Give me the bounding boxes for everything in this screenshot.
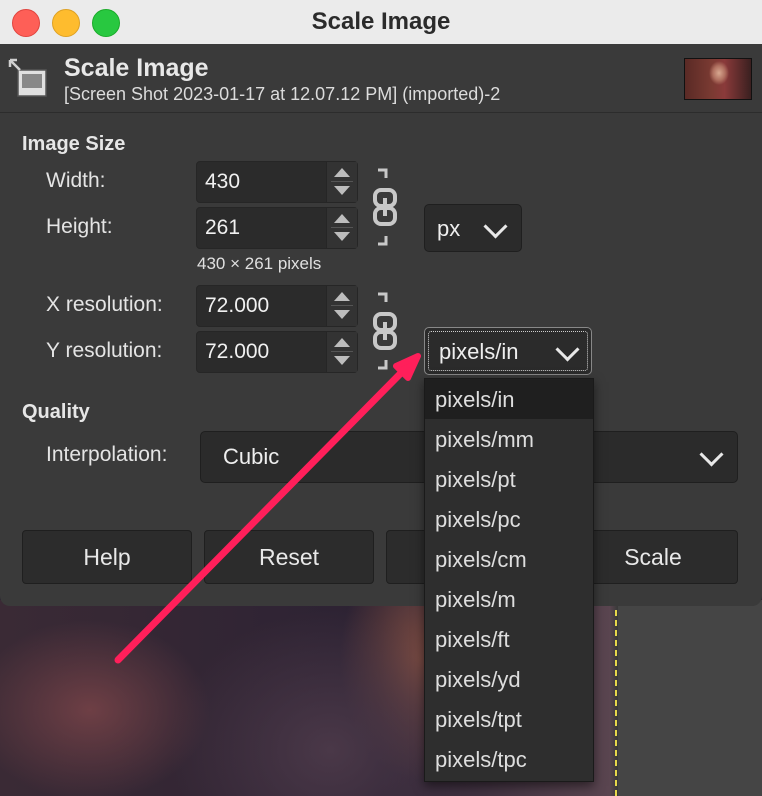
resolution-unit-menu: pixels/in pixels/mm pixels/pt pixels/pc …	[424, 378, 594, 782]
height-stepper[interactable]	[326, 208, 357, 248]
menu-item-pixels-tpt[interactable]: pixels/tpt	[425, 699, 593, 739]
canvas-boundary-dashed-line	[615, 600, 617, 796]
height-value[interactable]: 261	[205, 216, 240, 240]
increment-icon[interactable]	[334, 338, 350, 347]
decrement-icon[interactable]	[334, 232, 350, 241]
reset-button[interactable]: Reset	[204, 530, 374, 584]
interpolation-value: Cubic	[223, 444, 280, 469]
chevron-down-icon	[699, 442, 724, 467]
width-value[interactable]: 430	[205, 170, 240, 194]
menu-item-pixels-ft[interactable]: pixels/ft	[425, 619, 593, 659]
increment-icon[interactable]	[334, 292, 350, 301]
pixel-size-note: 430 × 261 pixels	[197, 254, 322, 273]
image-name-subtitle: [Screen Shot 2023-01-17 at 12.07.12 PM] …	[64, 84, 501, 104]
x-resolution-label: X resolution:	[46, 293, 163, 316]
menu-item-pixels-cm[interactable]: pixels/cm	[425, 539, 593, 579]
image-size-section-label: Image Size	[22, 133, 126, 155]
y-resolution-spinner[interactable]: 72.000	[196, 331, 358, 373]
height-spinner[interactable]: 261	[196, 207, 358, 249]
canvas-padding	[618, 600, 762, 796]
x-resolution-value[interactable]: 72.000	[205, 294, 269, 318]
y-resolution-label: Y resolution:	[46, 339, 163, 362]
menu-item-pixels-yd[interactable]: pixels/yd	[425, 659, 593, 699]
decrement-icon[interactable]	[334, 186, 350, 195]
increment-icon[interactable]	[334, 168, 350, 177]
resolution-unit-value: pixels/in	[439, 339, 519, 364]
width-label: Width:	[46, 169, 106, 192]
menu-item-pixels-m[interactable]: pixels/m	[425, 579, 593, 619]
resolution-unit-select[interactable]: pixels/in	[424, 327, 592, 375]
width-stepper[interactable]	[326, 162, 357, 202]
chevron-down-icon	[483, 214, 508, 239]
menu-item-pixels-pc[interactable]: pixels/pc	[425, 499, 593, 539]
menu-item-pixels-tpc[interactable]: pixels/tpc	[425, 739, 593, 779]
y-resolution-stepper[interactable]	[326, 332, 357, 372]
image-thumbnail	[684, 58, 752, 100]
chain-link-icon[interactable]	[370, 290, 400, 372]
dialog-header: Scale Image [Screen Shot 2023-01-17 at 1…	[0, 44, 762, 113]
decrement-icon[interactable]	[334, 356, 350, 365]
window-title: Scale Image	[311, 8, 451, 35]
y-resolution-value[interactable]: 72.000	[205, 340, 269, 364]
x-resolution-spinner[interactable]: 72.000	[196, 285, 358, 327]
width-spinner[interactable]: 430	[196, 161, 358, 203]
scale-image-icon	[8, 58, 47, 97]
dialog-title: Scale Image	[64, 54, 209, 82]
scale-image-dialog: Scale Image Scale Image [Screen Shot 202…	[0, 0, 762, 606]
menu-item-pixels-mm[interactable]: pixels/mm	[425, 419, 593, 459]
menu-item-pixels-pt[interactable]: pixels/pt	[425, 459, 593, 499]
help-button[interactable]: Help	[22, 530, 192, 584]
quality-section-label: Quality	[22, 401, 90, 423]
height-label: Height:	[46, 215, 113, 238]
decrement-icon[interactable]	[334, 310, 350, 319]
size-unit-select[interactable]: px	[424, 204, 522, 252]
window-titlebar: Scale Image	[0, 0, 762, 45]
size-unit-value: px	[437, 216, 461, 241]
chain-link-icon[interactable]	[370, 166, 400, 248]
increment-icon[interactable]	[334, 214, 350, 223]
chevron-down-icon	[555, 337, 580, 362]
menu-item-pixels-in[interactable]: pixels/in	[425, 379, 593, 419]
interpolation-label: Interpolation:	[46, 443, 168, 466]
x-resolution-stepper[interactable]	[326, 286, 357, 326]
